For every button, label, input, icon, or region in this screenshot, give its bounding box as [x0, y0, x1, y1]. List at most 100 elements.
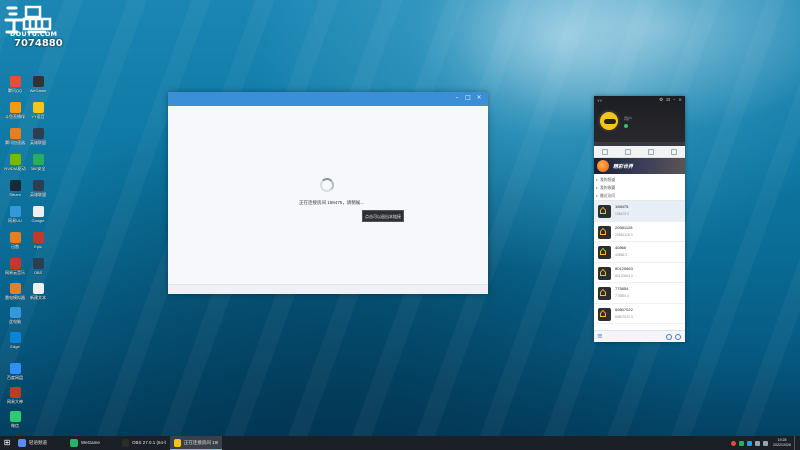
app-icon — [9, 102, 21, 113]
room-list-item[interactable]: 80120663 80120663 0 — [594, 262, 685, 283]
desktop-icon-label: 网易云音乐 — [5, 270, 25, 275]
desktop-icon[interactable]: WeGame — [26, 76, 50, 93]
friends-tab-icon[interactable] — [670, 148, 677, 155]
message-tab-icon[interactable] — [647, 148, 654, 155]
security-tray-icon[interactable] — [739, 440, 744, 446]
room-list-item[interactable]: 198475 198475 0 — [594, 201, 685, 222]
app-icon — [32, 232, 44, 243]
desktop-icon[interactable]: 英雄联盟 — [26, 128, 50, 145]
desktop-icon[interactable]: Epic — [26, 232, 50, 249]
maximize-icon[interactable]: □ — [465, 95, 471, 101]
close-icon[interactable]: × — [678, 98, 682, 103]
app-icon — [32, 128, 44, 139]
desktop-icon[interactable]: OBS — [26, 258, 50, 275]
minimize-icon[interactable]: – — [454, 95, 460, 101]
desktop-icon[interactable]: 网易云音乐 — [3, 258, 27, 275]
promo-banner[interactable]: 精彩世界 — [594, 158, 685, 174]
menu-icon[interactable]: ≡ — [597, 333, 603, 340]
cancel-connection-button[interactable]: 点击可以退出本链接 — [362, 210, 404, 222]
desktop-icon-label: WeGame — [29, 88, 47, 93]
desktop-icon[interactable]: 新建文本 — [26, 283, 50, 300]
desktop-icon[interactable]: 腾讯加速器 — [3, 128, 27, 145]
sogou-ime-icon[interactable] — [731, 440, 736, 446]
desktop-icon-label: 微信 — [11, 423, 19, 428]
app-icon — [9, 387, 21, 398]
app-icon — [32, 258, 44, 269]
desktop-icon-label: 网易UU — [8, 218, 22, 223]
desktop-icon[interactable]: 微信 — [3, 411, 27, 428]
douyu-site-text: DOUYU.COM — [10, 30, 58, 38]
desktop-icon[interactable]: NVIDIA驱动 — [3, 154, 27, 171]
minimize-icon[interactable]: – — [673, 98, 675, 103]
room-meta: 69807022 0 — [615, 314, 633, 319]
add-channel-icon[interactable] — [666, 334, 672, 340]
taskbar-app-label: WeGame — [81, 440, 100, 445]
app-icon — [32, 76, 44, 87]
connecting-dialog: – □ × 正在连接房间 198475，请稍候... 点击可以退出本链接 — [168, 92, 488, 294]
avatar[interactable] — [598, 110, 620, 132]
desktop-icon-label: 斗鱼直播伴 — [5, 114, 25, 119]
app-icon — [9, 283, 21, 294]
settings-icon[interactable]: ⚙ — [659, 98, 663, 103]
room-house-icon — [598, 203, 611, 218]
room-list-item[interactable]: 69807022 69807022 0 — [594, 303, 685, 324]
desktop-icon[interactable]: 腾讯QQ — [3, 76, 27, 93]
desktop-icon[interactable]: Edge — [3, 332, 27, 349]
windows-start-icon[interactable]: ⊞ — [0, 436, 14, 450]
desktop-icon-label: 英雄联盟 — [30, 140, 46, 145]
panel-title: YY — [597, 98, 603, 103]
dialog-titlebar[interactable]: – □ × — [168, 92, 488, 106]
desktop-icon[interactable]: 网易UU — [3, 206, 27, 223]
banner-text: 精彩世界 — [613, 164, 634, 170]
volume-tray-icon[interactable] — [755, 440, 760, 446]
desktop-icon[interactable]: 网易大神 — [3, 387, 27, 404]
taskbar-apps: 轻语频道 WeGame OBS 27.0.1 (64-b... 正在连接房间 198.… — [14, 436, 222, 450]
keyboard-tray-icon[interactable] — [763, 440, 768, 446]
douyu-logo: DOUYU.COM — [4, 4, 58, 40]
show-desktop-button[interactable] — [794, 436, 796, 450]
loading-spinner-icon — [320, 178, 334, 192]
desktop-icon-label: 网易大神 — [7, 399, 23, 404]
taskbar-app-button[interactable]: OBS 27.0.1 (64-b... — [118, 436, 170, 450]
desktop-icon[interactable]: 百度网盘 — [3, 363, 27, 380]
app-icon — [9, 411, 21, 422]
room-list-item[interactable]: 20581128 20581128 0 — [594, 221, 685, 242]
app-icon — [9, 363, 21, 374]
desktop-icon[interactable]: 迅雷 — [3, 232, 27, 249]
taskbar-app-icon — [70, 438, 78, 447]
app-icon — [9, 128, 21, 139]
channel-tab-icon[interactable] — [625, 148, 632, 155]
skin-icon[interactable]: ⊡ — [666, 98, 670, 103]
taskbar-app-button[interactable]: 轻语频道 — [14, 436, 66, 450]
desktop-icon[interactable]: 此电脑 — [3, 307, 27, 324]
network-tray-icon[interactable] — [747, 440, 752, 446]
app-icon — [9, 307, 21, 318]
desktop-icon[interactable]: Steam — [3, 180, 27, 197]
room-list-item[interactable]: 775854 775854 0 — [594, 283, 685, 304]
search-icon[interactable] — [675, 334, 681, 340]
taskbar-app-label: OBS 27.0.1 (64-b... — [132, 440, 166, 445]
home-tab-icon[interactable] — [602, 148, 609, 155]
desktop-icon[interactable]: Google — [26, 206, 50, 223]
connection-status-text: 正在连接房间 198475，请稍候... — [299, 200, 365, 205]
taskbar-app-button[interactable]: WeGame — [66, 436, 118, 450]
desktop-icon-label: 新建文本 — [30, 295, 46, 300]
desktop-icon-label: 英雄联盟 — [30, 192, 46, 197]
desktop-icon-label: Google — [31, 218, 45, 223]
taskbar-app-button[interactable]: 正在连接房间 198... — [170, 436, 222, 450]
room-meta: 40866 0 — [615, 253, 628, 257]
taskbar-clock[interactable]: 19:28 2022/10/26 — [773, 438, 791, 447]
group-favorites[interactable]: 我的收藏 — [596, 184, 685, 192]
room-list-item[interactable]: 40866 40866 0 — [594, 242, 685, 263]
group-my-channels[interactable]: 我的频道 — [596, 176, 685, 184]
desktop-icon[interactable]: 斗鱼直播伴 — [3, 102, 27, 119]
room-meta: 80120663 0 — [615, 273, 633, 278]
close-icon[interactable]: × — [476, 95, 482, 101]
panel-tab-bar — [594, 146, 685, 158]
desktop-icon-label: Epic — [34, 244, 42, 249]
desktop-icon[interactable]: 雷电模拟器 — [3, 283, 27, 300]
desktop-icon[interactable]: YY语音 — [26, 102, 50, 119]
group-recent[interactable]: 最近访问 — [596, 192, 685, 200]
desktop-icon[interactable]: 英雄联盟 — [26, 180, 50, 197]
desktop-icon[interactable]: 360安全 — [26, 154, 50, 171]
